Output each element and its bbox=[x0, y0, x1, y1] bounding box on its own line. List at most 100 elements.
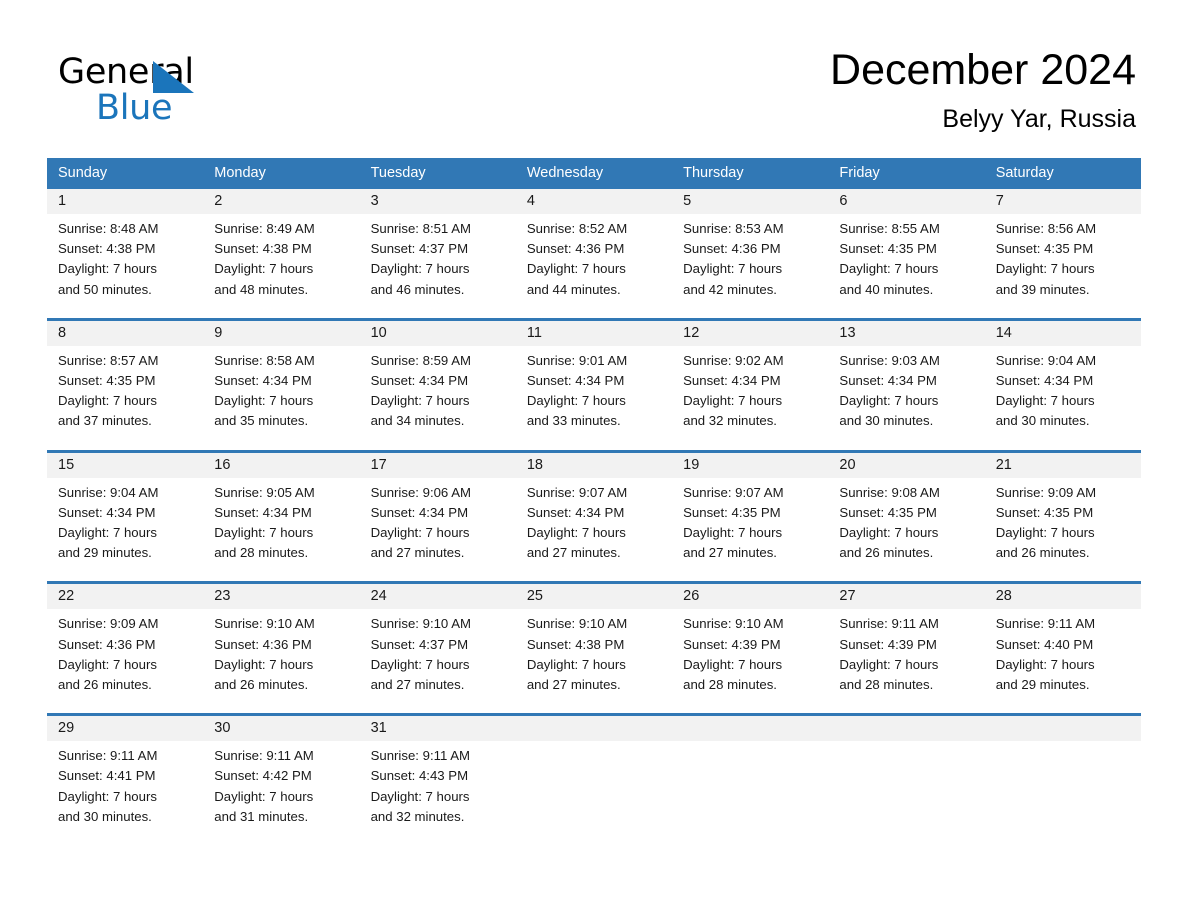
day-number-10[interactable]: 10 bbox=[360, 321, 516, 346]
day-info-line: Sunrise: 8:58 AM bbox=[214, 352, 315, 368]
day-number-4[interactable]: 4 bbox=[516, 189, 672, 214]
day-number-3[interactable]: 3 bbox=[360, 189, 516, 214]
day-number-26[interactable]: 26 bbox=[672, 584, 828, 609]
day-number-24[interactable]: 24 bbox=[360, 584, 516, 609]
day-info-line: Sunrise: 9:03 AM bbox=[839, 352, 940, 368]
day-info-line: Sunset: 4:38 PM bbox=[214, 241, 312, 257]
day-info-line: Sunrise: 8:56 AM bbox=[995, 221, 1097, 236]
day-info-line: Sunset: 4:35 PM bbox=[839, 241, 937, 257]
weekday-header-wednesday: Wednesday bbox=[526, 165, 604, 181]
day-info-line: Sunrise: 9:11 AM bbox=[214, 748, 314, 764]
day-cell-31[interactable]: Sunrise: 9:11 AM Sunset: 4:43 PM Daylight:… bbox=[360, 741, 516, 833]
weekday-header-thursday: Thursday bbox=[683, 165, 744, 181]
day-number-band: 22 23 24 25 26 27 28 bbox=[47, 584, 1141, 610]
day-cell-11[interactable]: Sunrise: 9:01 AM Sunset: 4:34 PM Daylight:… bbox=[516, 346, 672, 438]
day-info-line: Sunrise: 9:10 AM bbox=[526, 616, 628, 632]
day-info-line: Sunrise: 8:49 AM bbox=[214, 221, 315, 236]
day-number-15[interactable]: 15 bbox=[47, 453, 203, 478]
day-cell-22[interactable]: Sunrise: 9:09 AM Sunset: 4:36 PM Daylight:… bbox=[47, 609, 203, 701]
general-blue-logo[interactable]: General Blue bbox=[58, 52, 318, 128]
day-number-8[interactable]: 8 bbox=[47, 321, 203, 346]
day-number-30[interactable]: 30 bbox=[203, 716, 359, 741]
day-info-line: Daylight: 7 hours bbox=[214, 393, 314, 409]
day-cell-2[interactable]: Sunrise: 8:49 AM Sunset: 4:38 PM Daylight:… bbox=[203, 214, 359, 306]
day-cell-26[interactable]: Sunrise: 9:10 AM Sunset: 4:39 PM Daylight:… bbox=[672, 609, 828, 701]
day-info-line: and 27 minutes. bbox=[683, 545, 777, 561]
day-cell-7[interactable]: Sunrise: 8:56 AM Sunset: 4:35 PM Daylight:… bbox=[985, 214, 1141, 306]
day-number-20[interactable]: 20 bbox=[828, 453, 984, 478]
day-number-23[interactable]: 23 bbox=[203, 584, 359, 609]
day-cell-5[interactable]: Sunrise: 8:53 AM Sunset: 4:36 PM Daylight:… bbox=[672, 214, 828, 306]
day-info-line: Daylight: 7 hours bbox=[214, 656, 314, 672]
day-cell-24[interactable]: Sunrise: 9:10 AM Sunset: 4:37 PM Daylight:… bbox=[360, 609, 516, 701]
day-cell-21[interactable]: Sunrise: 9:09 AM Sunset: 4:35 PM Daylight:… bbox=[985, 478, 1141, 570]
day-cell-12[interactable]: Sunrise: 9:02 AM Sunset: 4:34 PM Daylight:… bbox=[672, 346, 828, 438]
day-number-1[interactable]: 1 bbox=[47, 189, 203, 214]
day-info-line: Daylight: 7 hours bbox=[370, 656, 470, 672]
day-number-17[interactable]: 17 bbox=[360, 453, 516, 478]
day-cell-10[interactable]: Sunrise: 8:59 AM Sunset: 4:34 PM Daylight:… bbox=[360, 346, 516, 438]
day-cell-4[interactable]: Sunrise: 8:52 AM Sunset: 4:36 PM Daylight:… bbox=[516, 214, 672, 306]
day-number-27[interactable]: 27 bbox=[828, 584, 984, 609]
day-number-9[interactable]: 9 bbox=[203, 321, 359, 346]
day-cell-29[interactable]: Sunrise: 9:11 AM Sunset: 4:41 PM Daylight:… bbox=[47, 741, 203, 833]
day-number-13[interactable]: 13 bbox=[828, 321, 984, 346]
day-cell-18[interactable]: Sunrise: 9:07 AM Sunset: 4:34 PM Daylight:… bbox=[516, 478, 672, 570]
day-number-14[interactable]: 14 bbox=[985, 321, 1141, 346]
day-number-25[interactable]: 25 bbox=[516, 584, 672, 609]
day-number-28[interactable]: 28 bbox=[985, 584, 1141, 609]
day-info-line: Sunset: 4:34 PM bbox=[214, 504, 312, 520]
day-number-19[interactable]: 19 bbox=[672, 453, 828, 478]
day-info-line: Sunrise: 9:11 AM bbox=[370, 748, 471, 764]
day-number-11[interactable]: 11 bbox=[516, 321, 672, 346]
day-cell-27[interactable]: Sunrise: 9:11 AM Sunset: 4:39 PM Daylight:… bbox=[828, 609, 984, 701]
day-number-21[interactable]: 21 bbox=[985, 453, 1141, 478]
day-number-29[interactable]: 29 bbox=[47, 716, 203, 741]
day-cell-25[interactable]: Sunrise: 9:10 AM Sunset: 4:38 PM Daylight:… bbox=[516, 609, 672, 701]
day-cell-6[interactable]: Sunrise: 8:55 AM Sunset: 4:35 PM Daylight:… bbox=[828, 214, 984, 306]
day-info-line: Sunset: 4:38 PM bbox=[526, 636, 625, 652]
day-info-line: Sunset: 4:36 PM bbox=[58, 636, 156, 652]
day-cell-19[interactable]: Sunrise: 9:07 AM Sunset: 4:35 PM Daylight:… bbox=[672, 478, 828, 570]
day-info-line: and 30 minutes. bbox=[995, 413, 1090, 429]
day-cell-23[interactable]: Sunrise: 9:10 AM Sunset: 4:36 PM Daylight:… bbox=[203, 609, 359, 701]
day-number-22[interactable]: 22 bbox=[47, 584, 203, 609]
day-cell-17[interactable]: Sunrise: 9:06 AM Sunset: 4:34 PM Daylight:… bbox=[360, 478, 516, 570]
day-cell-16[interactable]: Sunrise: 9:05 AM Sunset: 4:34 PM Daylight:… bbox=[203, 478, 359, 570]
day-info-line: Daylight: 7 hours bbox=[370, 393, 470, 409]
day-info-line: Sunrise: 9:05 AM bbox=[214, 484, 315, 500]
day-info-line: Sunrise: 9:01 AM bbox=[526, 352, 628, 368]
day-number-18[interactable]: 18 bbox=[516, 453, 672, 478]
title-block: December 2024 Belyy Yar, Russia bbox=[830, 44, 1136, 134]
day-info-line: and 26 minutes. bbox=[58, 677, 152, 693]
day-info-line: and 34 minutes. bbox=[370, 413, 465, 429]
day-cell-9[interactable]: Sunrise: 8:58 AM Sunset: 4:34 PM Daylight:… bbox=[203, 346, 359, 438]
day-info-line: Sunset: 4:36 PM bbox=[683, 241, 781, 257]
day-number-empty bbox=[985, 716, 1141, 741]
day-info-line: Sunrise: 9:02 AM bbox=[683, 352, 784, 368]
day-info-line: Daylight: 7 hours bbox=[214, 525, 314, 541]
day-info-line: and 30 minutes. bbox=[839, 413, 934, 429]
day-cell-15[interactable]: Sunrise: 9:04 AM Sunset: 4:34 PM Daylight:… bbox=[47, 478, 203, 570]
day-info-band: Sunrise: 9:11 AM Sunset: 4:41 PM Daylight:… bbox=[47, 741, 1141, 834]
day-info-line: Daylight: 7 hours bbox=[839, 525, 939, 541]
day-info-line: and 35 minutes. bbox=[214, 413, 309, 429]
day-cell-1[interactable]: Sunrise: 8:48 AM Sunset: 4:38 PM Daylight:… bbox=[47, 214, 203, 306]
day-number-5[interactable]: 5 bbox=[672, 189, 828, 214]
day-cell-28[interactable]: Sunrise: 9:11 AM Sunset: 4:40 PM Daylight:… bbox=[985, 609, 1141, 701]
day-info-line: Daylight: 7 hours bbox=[58, 788, 157, 804]
day-number-6[interactable]: 6 bbox=[828, 189, 984, 214]
day-number-2[interactable]: 2 bbox=[203, 189, 359, 214]
day-cell-3[interactable]: Sunrise: 8:51 AM Sunset: 4:37 PM Daylight:… bbox=[360, 214, 516, 306]
day-cell-13[interactable]: Sunrise: 9:03 AM Sunset: 4:34 PM Daylight:… bbox=[828, 346, 984, 438]
day-info-line: Sunrise: 9:11 AM bbox=[995, 616, 1096, 632]
day-number-7[interactable]: 7 bbox=[985, 189, 1141, 214]
day-number-31[interactable]: 31 bbox=[360, 716, 516, 741]
day-cell-20[interactable]: Sunrise: 9:08 AM Sunset: 4:35 PM Daylight:… bbox=[828, 478, 984, 570]
day-info-line: Daylight: 7 hours bbox=[995, 525, 1095, 541]
day-number-16[interactable]: 16 bbox=[203, 453, 359, 478]
day-cell-30[interactable]: Sunrise: 9:11 AM Sunset: 4:42 PM Daylight:… bbox=[203, 741, 359, 833]
day-number-12[interactable]: 12 bbox=[672, 321, 828, 346]
day-cell-8[interactable]: Sunrise: 8:57 AM Sunset: 4:35 PM Daylight:… bbox=[47, 346, 203, 438]
day-cell-14[interactable]: Sunrise: 9:04 AM Sunset: 4:34 PM Daylight:… bbox=[985, 346, 1141, 438]
